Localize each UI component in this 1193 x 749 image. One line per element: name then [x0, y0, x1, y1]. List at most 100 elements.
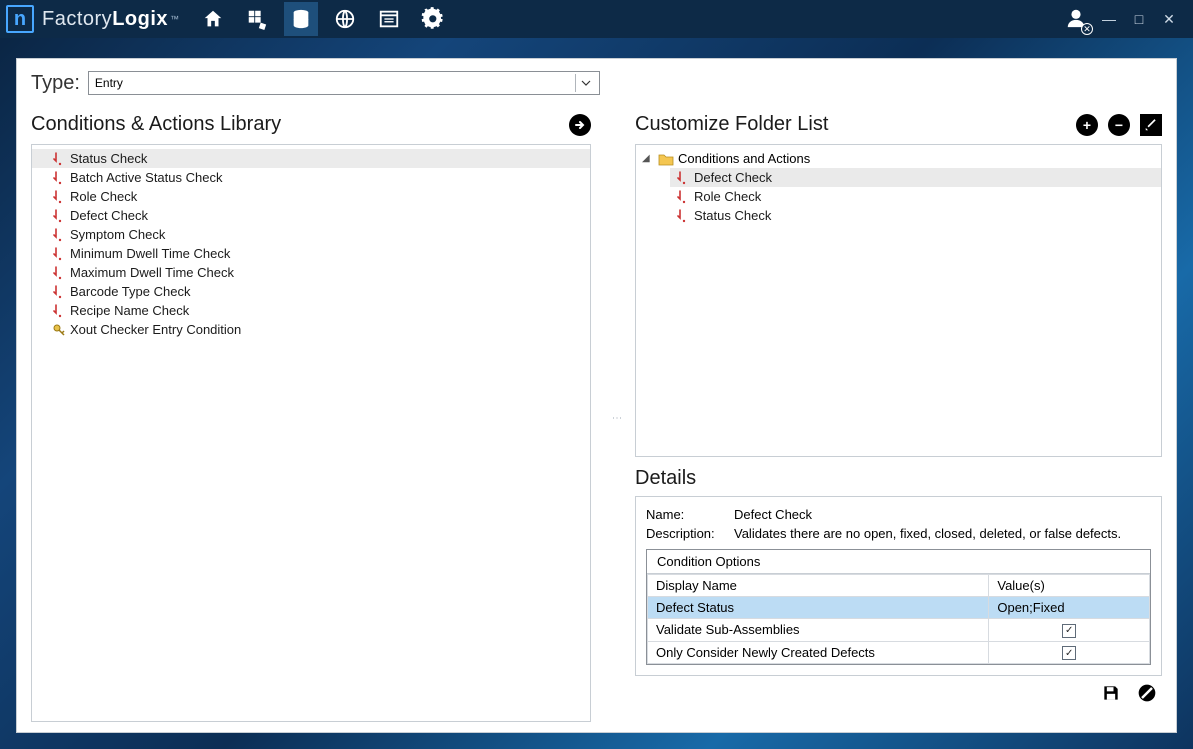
library-item[interactable]: Defect Check: [32, 206, 590, 225]
check-icon: [52, 152, 66, 166]
details-title: Details: [635, 467, 1162, 490]
brand-part2: Logix: [112, 8, 168, 31]
check-icon: [676, 190, 690, 204]
tree-item[interactable]: Defect Check: [670, 168, 1161, 187]
gear-icon[interactable]: [416, 2, 450, 36]
library-item[interactable]: Minimum Dwell Time Check: [32, 244, 590, 263]
options-col-name: Display Name: [648, 575, 989, 597]
main-panel: Type: Entry Conditions & Actions Library…: [16, 58, 1177, 733]
library-item-label: Symptom Check: [70, 227, 165, 242]
library-item-label: Barcode Type Check: [70, 284, 190, 299]
folder-tree[interactable]: ◢ Conditions and Actions Defect Check Rol…: [635, 144, 1162, 457]
details-desc-label: Description:: [646, 526, 726, 541]
library-item[interactable]: Maximum Dwell Time Check: [32, 263, 590, 282]
check-icon: [676, 171, 690, 185]
window-icon[interactable]: [372, 2, 406, 36]
check-icon: [52, 171, 66, 185]
option-name: Only Consider Newly Created Defects: [648, 641, 989, 664]
check-icon: [676, 209, 690, 223]
library-item-label: Minimum Dwell Time Check: [70, 246, 230, 261]
tree-toggle-icon[interactable]: ◢: [642, 153, 654, 164]
options-box: Condition Options Display Name Value(s) …: [646, 549, 1151, 665]
option-value[interactable]: Open;Fixed: [989, 597, 1150, 619]
details-box: Name: Defect Check Description: Validate…: [635, 496, 1162, 676]
options-title: Condition Options: [647, 550, 1150, 574]
options-col-value: Value(s): [989, 575, 1150, 597]
customize-column: Customize Folder List + − ◢ Conditions a…: [635, 113, 1162, 722]
library-item-label: Role Check: [70, 189, 137, 204]
option-value[interactable]: ✓: [989, 619, 1150, 642]
maximize-button[interactable]: □: [1129, 9, 1149, 29]
type-row: Type: Entry: [31, 71, 1162, 95]
library-item[interactable]: Barcode Type Check: [32, 282, 590, 301]
option-value[interactable]: ✓: [989, 641, 1150, 664]
library-item[interactable]: Xout Checker Entry Condition: [32, 320, 590, 339]
check-icon: [52, 304, 66, 318]
user-disconnect-badge: ✕: [1081, 23, 1093, 35]
options-table[interactable]: Display Name Value(s) Defect StatusOpen;…: [647, 574, 1150, 664]
option-row[interactable]: Defect StatusOpen;Fixed: [648, 597, 1150, 619]
user-account-icon[interactable]: ✕: [1065, 7, 1089, 31]
library-item-label: Defect Check: [70, 208, 148, 223]
cancel-button[interactable]: [1136, 682, 1158, 704]
customize-title: Customize Folder List: [635, 113, 828, 136]
grid-edit-icon[interactable]: [240, 2, 274, 36]
remove-button[interactable]: −: [1108, 114, 1130, 136]
option-name: Validate Sub-Assemblies: [648, 619, 989, 642]
checkbox[interactable]: ✓: [1062, 646, 1076, 660]
tree-item-label: Status Check: [694, 208, 771, 223]
library-item-label: Xout Checker Entry Condition: [70, 322, 241, 337]
check-icon: [52, 266, 66, 280]
key-icon: [52, 323, 66, 337]
toolbar-icons: [196, 2, 450, 36]
details-name-label: Name:: [646, 507, 726, 522]
check-icon: [52, 190, 66, 204]
library-item-label: Batch Active Status Check: [70, 170, 222, 185]
library-column: Conditions & Actions Library Status Chec…: [31, 113, 591, 722]
folder-icon: [658, 152, 674, 166]
minimize-button[interactable]: —: [1099, 9, 1119, 29]
details-footer: [635, 676, 1162, 704]
library-item-label: Maximum Dwell Time Check: [70, 265, 234, 280]
library-item[interactable]: Batch Active Status Check: [32, 168, 590, 187]
type-select[interactable]: Entry: [88, 71, 600, 95]
type-label: Type:: [31, 72, 80, 95]
close-button[interactable]: ✕: [1159, 9, 1179, 29]
library-item-label: Recipe Name Check: [70, 303, 189, 318]
tree-root[interactable]: ◢ Conditions and Actions: [636, 149, 1161, 168]
library-item[interactable]: Symptom Check: [32, 225, 590, 244]
database-icon[interactable]: [284, 2, 318, 36]
tree-item-label: Defect Check: [694, 170, 772, 185]
tree-item-label: Role Check: [694, 189, 761, 204]
home-icon[interactable]: [196, 2, 230, 36]
option-row[interactable]: Only Consider Newly Created Defects ✓: [648, 641, 1150, 664]
type-select-value: Entry: [95, 76, 123, 90]
chevron-down-icon: [575, 74, 593, 92]
option-row[interactable]: Validate Sub-Assemblies ✓: [648, 619, 1150, 642]
save-button[interactable]: [1100, 682, 1122, 704]
tree-item[interactable]: Role Check: [670, 187, 1161, 206]
check-icon: [52, 228, 66, 242]
titlebar: n FactoryLogix™ ✕ — □ ✕: [0, 0, 1193, 38]
tree-item[interactable]: Status Check: [670, 206, 1161, 225]
app-logo: n: [6, 5, 34, 33]
option-name: Defect Status: [648, 597, 989, 619]
library-list[interactable]: Status Check Batch Active Status Check Rol…: [31, 144, 591, 722]
move-right-button[interactable]: [569, 114, 591, 136]
checkbox[interactable]: ✓: [1062, 624, 1076, 638]
details-desc-value: Validates there are no open, fixed, clos…: [734, 526, 1121, 541]
trademark: ™: [170, 14, 180, 24]
window-controls: — □ ✕: [1099, 9, 1193, 29]
library-item-label: Status Check: [70, 151, 147, 166]
app-brand: FactoryLogix™: [42, 8, 180, 31]
library-item[interactable]: Status Check: [32, 149, 590, 168]
tree-root-label: Conditions and Actions: [678, 151, 810, 166]
globe-icon[interactable]: [328, 2, 362, 36]
details-name-value: Defect Check: [734, 507, 812, 522]
library-item[interactable]: Role Check: [32, 187, 590, 206]
splitter[interactable]: ⋮: [611, 113, 615, 722]
library-item[interactable]: Recipe Name Check: [32, 301, 590, 320]
edit-button[interactable]: [1140, 114, 1162, 136]
add-button[interactable]: +: [1076, 114, 1098, 136]
brand-part1: Factory: [42, 8, 112, 31]
